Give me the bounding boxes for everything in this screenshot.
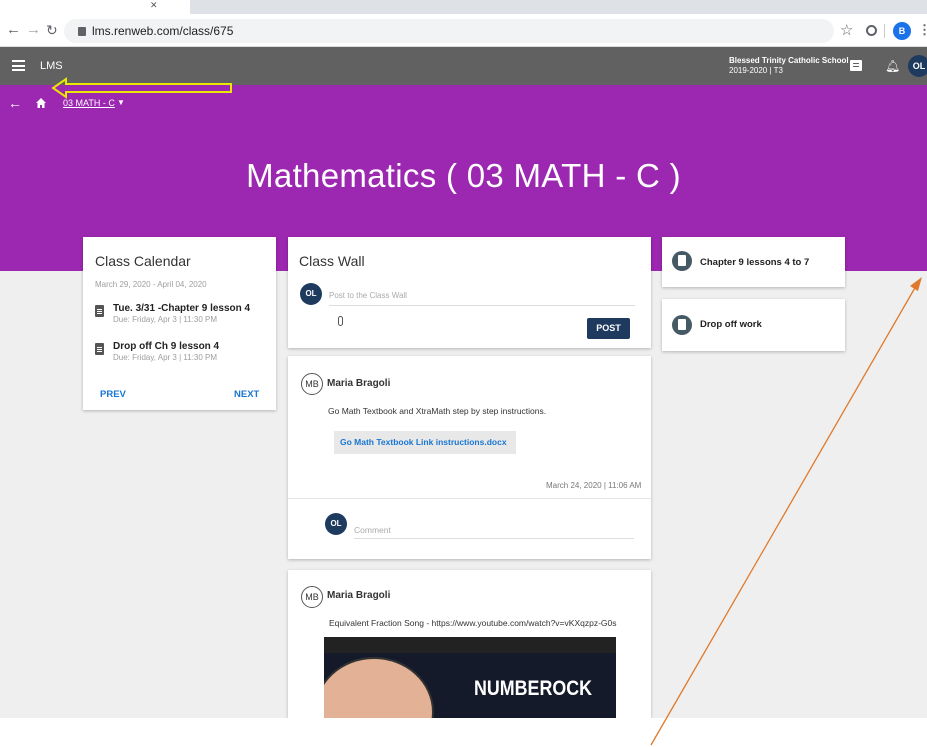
chevron-down-icon[interactable]: ▼ — [117, 98, 125, 107]
messages-icon[interactable] — [850, 60, 862, 71]
video-top-band — [324, 637, 616, 653]
post-date: March 24, 2020 | 11:06 AM — [546, 481, 642, 490]
browser-toolbar: ← → ↻ lms.renweb.com/class/675 ☆ B ⋮ — [0, 14, 927, 47]
class-breadcrumb-link[interactable]: 03 MATH - C — [63, 98, 115, 108]
post-text: Equivalent Fraction Song - https://www.y… — [329, 618, 617, 628]
assignment-title[interactable]: Chapter 9 lessons 4 to 7 — [700, 257, 809, 268]
input-underline — [329, 305, 635, 306]
page-title: Mathematics ( 03 MATH - C ) — [246, 157, 681, 194]
app-top-bar: LMS Blessed Trinity Catholic School 2019… — [0, 47, 927, 85]
comment-input[interactable]: Comment — [354, 525, 391, 535]
author-avatar: MB — [301, 586, 323, 608]
prev-week-button[interactable]: PREV — [100, 389, 126, 400]
browser-tab-strip: ✕ — [0, 0, 927, 14]
post-button[interactable]: POST — [587, 318, 630, 339]
calendar-item-due: Due: Friday, Apr 3 | 11:30 PM — [113, 353, 218, 362]
bottom-margin — [0, 718, 927, 747]
school-name: Blessed Trinity Catholic School — [729, 56, 849, 65]
next-week-button[interactable]: NEXT — [234, 389, 259, 400]
book-icon — [672, 251, 692, 271]
browser-back-icon[interactable]: ← — [6, 21, 21, 39]
browser-menu-icon[interactable]: ⋮ — [918, 22, 927, 38]
close-tab-icon[interactable]: ✕ — [150, 0, 158, 11]
class-calendar-card: Class Calendar March 29, 2020 - April 04… — [83, 237, 276, 410]
author-avatar: MB — [301, 373, 323, 395]
extension-icon[interactable] — [866, 25, 877, 36]
app-title: LMS — [40, 60, 63, 72]
post-divider — [288, 498, 651, 499]
back-arrow-icon[interactable]: ← — [8, 95, 22, 111]
bookmark-star-icon[interactable]: ☆ — [840, 21, 853, 39]
post-text: Go Math Textbook and XtraMath step by st… — [328, 406, 547, 416]
video-logo-text: NUMBEROCK — [474, 677, 593, 700]
video-thumbnail[interactable]: NUMBEROCK — [324, 637, 616, 718]
post-author[interactable]: Maria Bragoli — [327, 378, 390, 389]
calendar-item-title[interactable]: Tue. 3/31 -Chapter 9 lesson 4 — [113, 303, 250, 314]
post-input[interactable]: Post to the Class Wall — [329, 291, 579, 300]
profile-avatar[interactable]: B — [893, 22, 911, 40]
notifications-bell-icon[interactable]: 🔔︎ — [885, 59, 900, 73]
school-info[interactable]: Blessed Trinity Catholic School 2019-202… — [729, 56, 849, 76]
assignment-card[interactable]: Drop off work — [662, 299, 845, 351]
class-wall-composer: Class Wall OL Post to the Class Wall POS… — [288, 237, 651, 348]
hamburger-menu-icon[interactable] — [12, 60, 25, 71]
browser-forward-icon[interactable]: → — [26, 21, 41, 39]
composer-avatar: OL — [300, 283, 322, 305]
paperclip-attach-icon[interactable] — [338, 316, 343, 326]
calendar-range: March 29, 2020 - April 04, 2020 — [95, 280, 207, 289]
screenshot-frame: ✕ ← → ↻ lms.renweb.com/class/675 ☆ B ⋮ L… — [0, 0, 927, 747]
lock-icon — [78, 27, 86, 36]
reload-icon[interactable]: ↻ — [46, 21, 58, 39]
calendar-item-title[interactable]: Drop off Ch 9 lesson 4 — [113, 341, 219, 352]
input-underline — [354, 538, 634, 539]
calendar-title: Class Calendar — [95, 253, 191, 269]
wall-post: MB Maria Bragoli Equivalent Fraction Son… — [288, 570, 651, 718]
calendar-item-due: Due: Friday, Apr 3 | 11:30 PM — [113, 315, 218, 324]
commenter-avatar: OL — [325, 513, 347, 535]
class-wall-title: Class Wall — [299, 253, 365, 269]
assignment-clipboard-icon — [95, 343, 104, 355]
book-icon — [672, 315, 692, 335]
school-term: 2019-2020 | T3 — [729, 66, 783, 75]
home-icon[interactable] — [36, 98, 46, 108]
attachment-link[interactable]: Go Math Textbook Link instructions.docx — [334, 431, 516, 454]
assignment-clipboard-icon — [95, 305, 104, 317]
address-bar[interactable]: lms.renweb.com/class/675 — [64, 19, 834, 43]
assignment-title[interactable]: Drop off work — [700, 319, 762, 330]
video-character-image — [324, 657, 434, 718]
user-avatar[interactable]: OL — [908, 55, 927, 77]
toolbar-divider — [884, 24, 885, 38]
post-author[interactable]: Maria Bragoli — [327, 590, 390, 601]
assignment-card[interactable]: Chapter 9 lessons 4 to 7 — [662, 237, 845, 287]
url-text[interactable]: lms.renweb.com/class/675 — [92, 24, 233, 38]
wall-post: MB Maria Bragoli Go Math Textbook and Xt… — [288, 356, 651, 559]
browser-tab[interactable] — [0, 0, 190, 14]
